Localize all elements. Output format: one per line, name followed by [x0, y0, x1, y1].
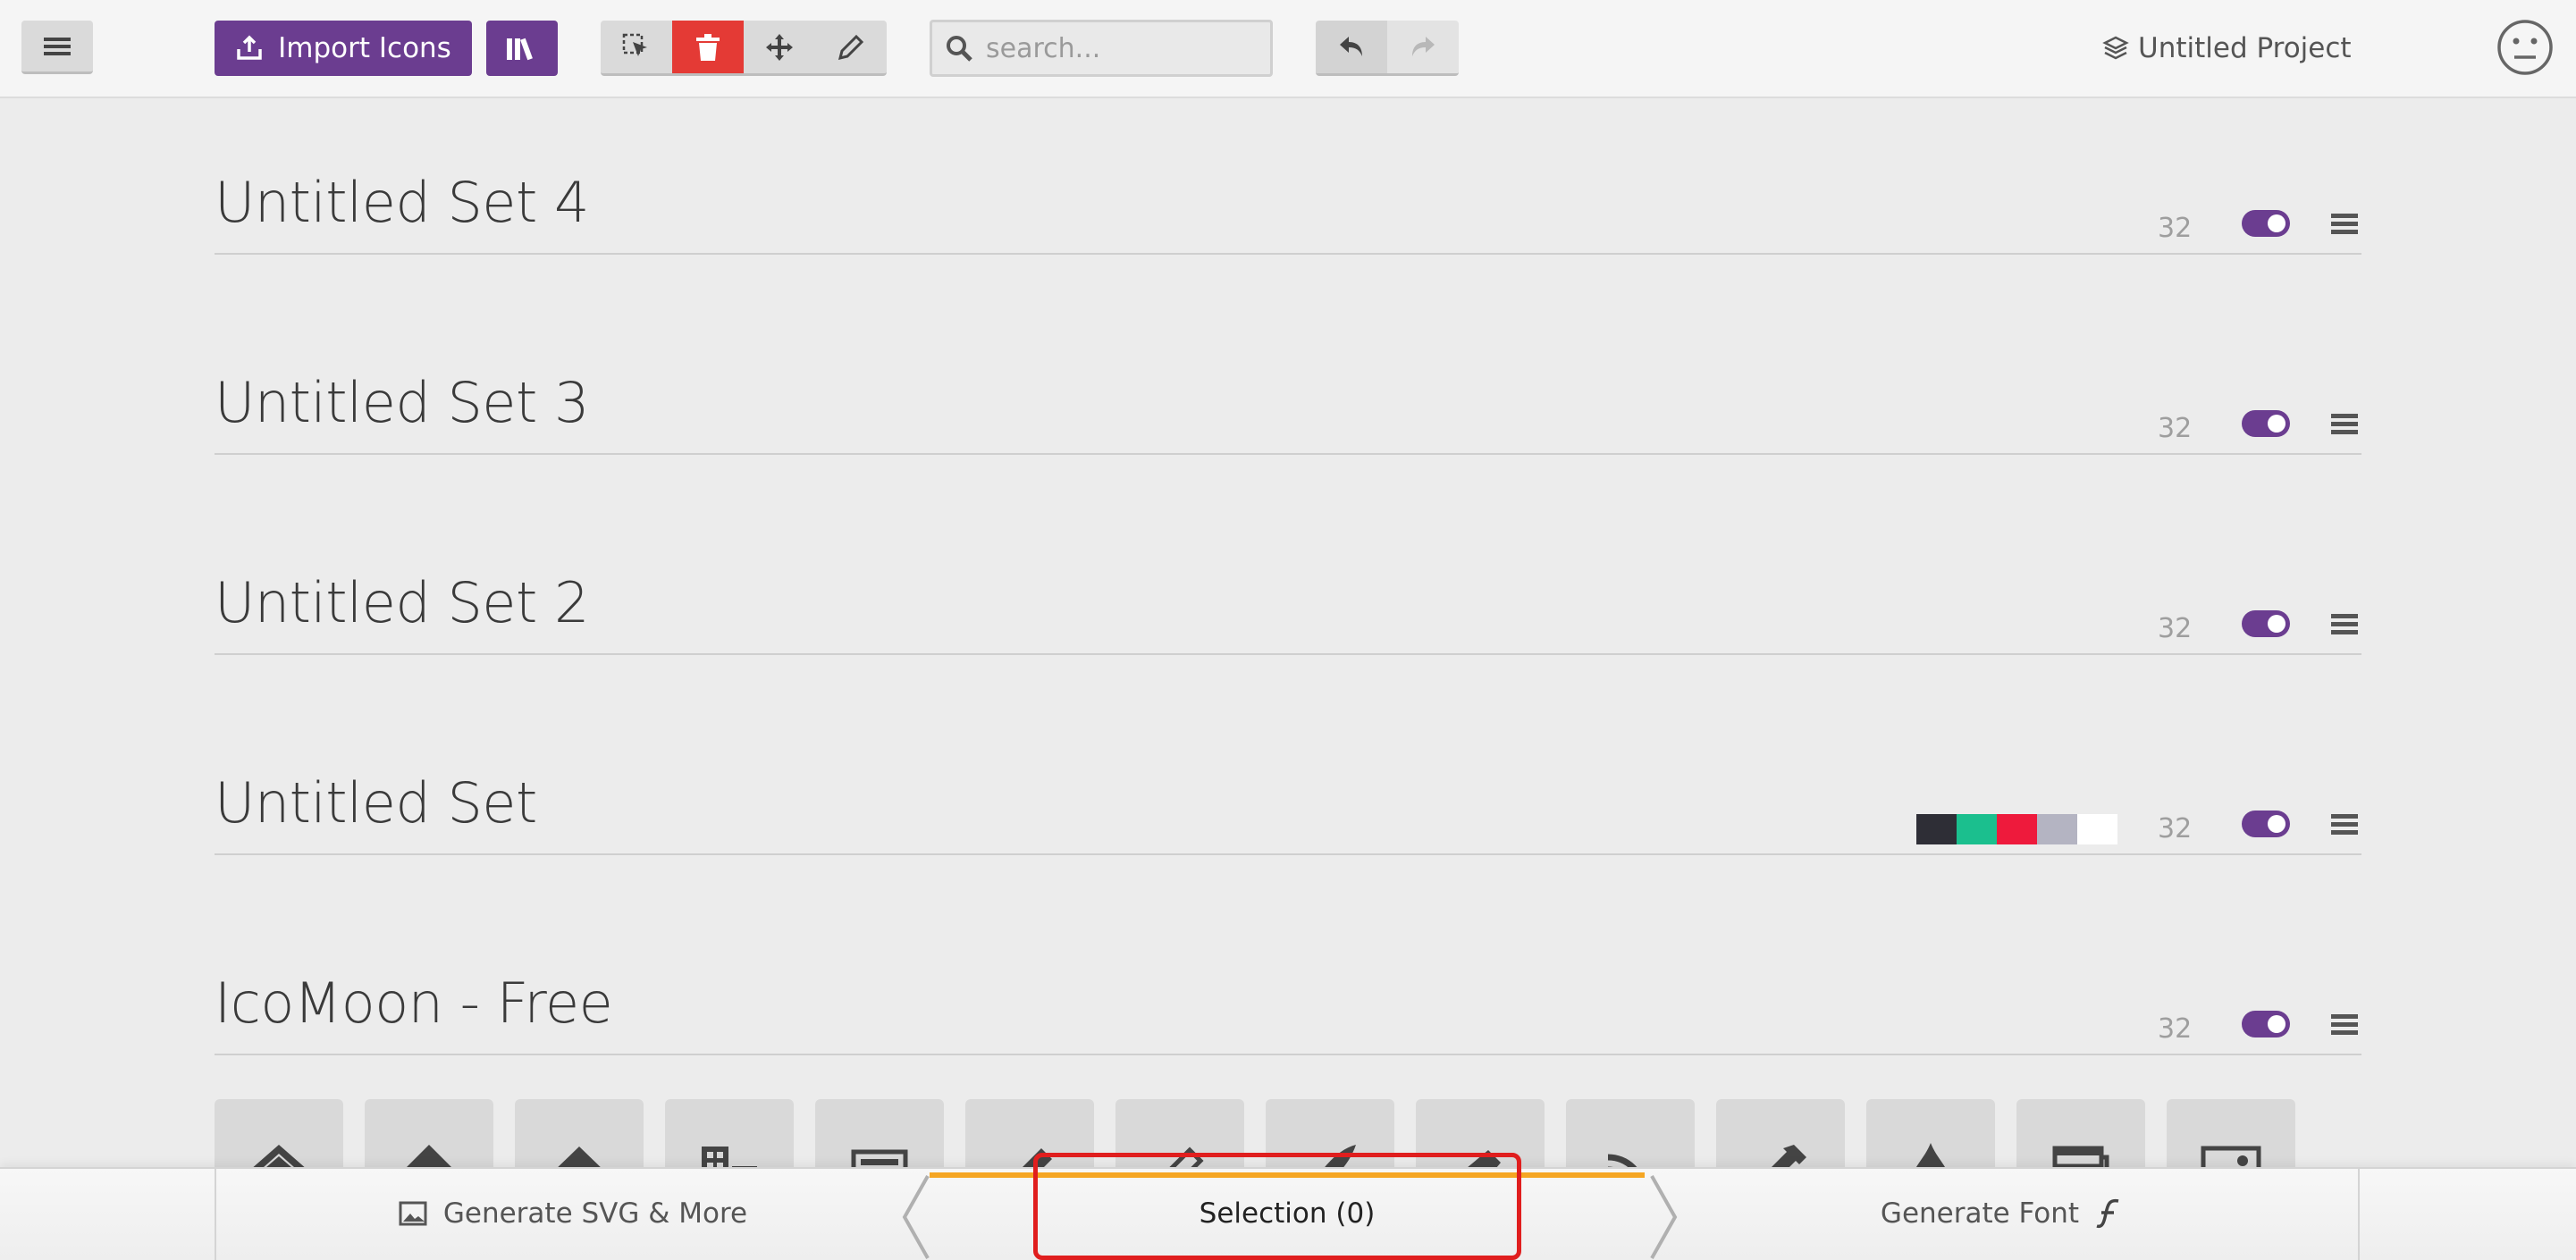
icon-library-button[interactable] [486, 21, 558, 76]
trash-icon [696, 33, 720, 61]
set-visibility-toggle[interactable] [2242, 610, 2290, 637]
set-menu-icon[interactable] [2331, 812, 2358, 837]
project-name: Untitled Project [2138, 32, 2352, 64]
edit-tool-button[interactable] [815, 21, 887, 73]
set-title: Untitled Set 3 [215, 370, 589, 435]
set-title: Untitled Set 2 [215, 570, 589, 635]
generate-font-tab[interactable]: Generate Font [1645, 1167, 2360, 1260]
delete-tool-button[interactable] [672, 21, 744, 73]
top-toolbar: Import Icons Untitled Project [0, 0, 2576, 98]
library-icon [507, 38, 533, 61]
set-grid-size: 32 [2158, 413, 2193, 444]
set-visibility-toggle[interactable] [2242, 210, 2290, 237]
undo-button[interactable] [1316, 21, 1387, 73]
neutral-face-icon [2497, 20, 2553, 75]
set-color-palette[interactable] [1916, 814, 2117, 844]
color-swatch[interactable] [2077, 814, 2117, 844]
icon-set-header[interactable]: IcoMoon - Free 32 [215, 970, 2361, 1055]
generate-svg-tab[interactable]: Generate SVG & More [215, 1167, 930, 1260]
icon-set-header[interactable]: Untitled Set 32 [215, 770, 2361, 855]
set-visibility-toggle[interactable] [2242, 1011, 2290, 1037]
color-swatch[interactable] [1916, 814, 1957, 844]
edit-mode-tools [601, 21, 887, 76]
move-tool-button[interactable] [744, 21, 815, 73]
set-grid-size: 32 [2158, 613, 2193, 644]
search-box [930, 20, 1273, 77]
pencil-icon [838, 34, 864, 60]
set-title: IcoMoon - Free [215, 970, 613, 1036]
set-visibility-toggle[interactable] [2242, 811, 2290, 837]
upload-icon [237, 35, 262, 60]
cursor-select-icon [622, 33, 647, 56]
select-tool-button[interactable] [601, 21, 672, 73]
undo-icon [1340, 36, 1362, 56]
set-title: Untitled Set [215, 770, 537, 836]
history-controls [1316, 21, 1459, 76]
project-selector[interactable]: Untitled Project [2102, 27, 2352, 70]
set-menu-icon[interactable] [2331, 1012, 2358, 1037]
generate-svg-label: Generate SVG & More [442, 1197, 748, 1230]
set-grid-size: 32 [2158, 813, 2193, 844]
hamburger-icon [44, 37, 71, 55]
generate-font-label: Generate Font [1880, 1197, 2080, 1230]
set-menu-icon[interactable] [2331, 612, 2358, 637]
set-title: Untitled Set 4 [215, 170, 589, 235]
set-grid-size: 32 [2158, 213, 2193, 244]
import-icons-button[interactable]: Import Icons [215, 21, 472, 76]
main-menu-button[interactable] [21, 21, 93, 74]
search-input[interactable] [986, 32, 1254, 64]
color-swatch[interactable] [2037, 814, 2077, 844]
redo-button[interactable] [1387, 21, 1459, 73]
redo-icon [1412, 36, 1435, 56]
font-script-f-icon [2096, 1198, 2119, 1229]
color-swatch[interactable] [1997, 814, 2037, 844]
move-arrows-icon [766, 33, 793, 61]
set-menu-icon[interactable] [2331, 212, 2358, 237]
image-icon [399, 1201, 427, 1226]
selection-label: Selection (0) [1199, 1197, 1376, 1230]
set-menu-icon[interactable] [2331, 412, 2358, 437]
user-account-button[interactable] [2496, 18, 2555, 77]
selection-tab[interactable]: Selection (0) [930, 1167, 1645, 1260]
chevron-left-icon [902, 1175, 930, 1259]
search-icon [947, 36, 972, 62]
color-swatch[interactable] [1957, 814, 1997, 844]
icon-set-header[interactable]: Untitled Set 2 32 [215, 570, 2361, 655]
set-visibility-toggle[interactable] [2242, 410, 2290, 437]
icon-set-header[interactable]: Untitled Set 3 32 [215, 370, 2361, 455]
layers-icon [2102, 36, 2129, 60]
icon-set-header[interactable]: Untitled Set 4 32 [215, 170, 2361, 255]
import-icons-label: Import Icons [278, 32, 451, 64]
set-grid-size: 32 [2158, 1013, 2193, 1045]
